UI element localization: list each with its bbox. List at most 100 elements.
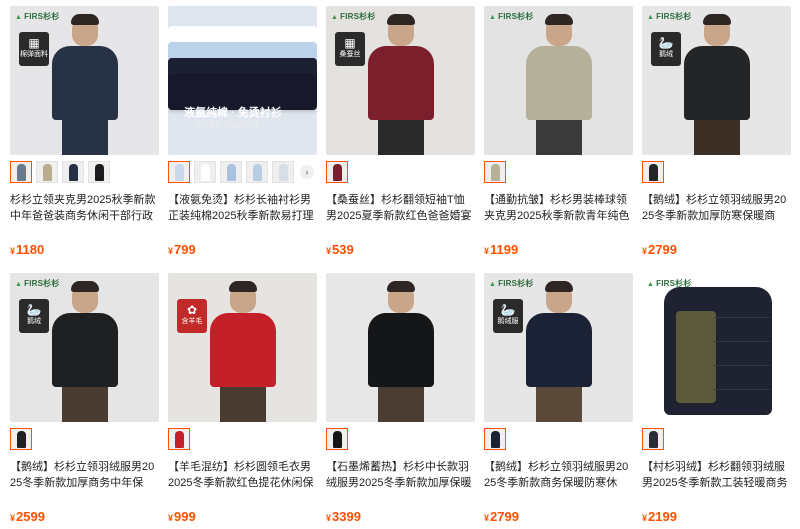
color-thumbnail[interactable] <box>484 161 506 183</box>
brand-logo: FIRS杉杉 <box>15 278 60 289</box>
product-image[interactable]: FIRS杉杉 🦢鹅绒 <box>10 273 159 422</box>
color-thumbnail[interactable] <box>194 161 216 183</box>
product-card[interactable]: FIRS杉杉 🦢鹅绒【鹅绒】杉杉立领羽绒服男2025冬季新款加厚商务中年保 ¥259… <box>10 273 159 528</box>
brand-logo: FIRS杉杉 <box>647 11 692 22</box>
color-thumbnail[interactable] <box>36 161 58 183</box>
goose-icon: 🦢 <box>500 303 516 317</box>
brand-logo: FIRS杉杉 <box>489 278 534 289</box>
color-thumbnails: › <box>168 160 317 184</box>
color-thumbnail[interactable] <box>220 161 242 183</box>
currency-symbol: ¥ <box>484 513 490 523</box>
color-thumbnail[interactable] <box>88 161 110 183</box>
currency-symbol: ¥ <box>168 246 174 256</box>
product-image[interactable]: FIRS杉杉 <box>484 6 633 155</box>
product-card[interactable]: FIRS杉杉 ▦桑蚕丝【桑蚕丝】杉杉翻领短袖T恤男2025夏季新款红色爸爸婚宴装 ¥… <box>326 6 475 261</box>
badge-label: 含羊毛 <box>181 318 203 325</box>
product-grid: FIRS杉杉 ▦棉弹面料杉杉立领夹克男2025秋季新款中年爸爸装商务休闲干部行政男… <box>10 6 791 528</box>
product-image[interactable]: FIRS杉杉 🦢鹅绒服 <box>484 273 633 422</box>
color-thumbnails <box>484 427 633 451</box>
feature-badge: 🦢 鹅绒 <box>19 299 49 333</box>
product-image[interactable]: FIRS杉杉 ▦桑蚕丝 <box>326 6 475 155</box>
product-title[interactable]: 【通勤抗皱】杉杉男装棒球领夹克男2025秋季新款青年纯色减 <box>484 192 633 224</box>
product-card[interactable]: ✿ 含羊毛【羊毛混纺】杉杉圆领毛衣男2025冬季新款红色提花休闲保 ¥999 <box>168 273 317 528</box>
promo-subtext: 光泽柔和 抗皱易打理 <box>194 122 259 129</box>
color-thumbnail[interactable] <box>168 428 190 450</box>
brand-logo: FIRS杉杉 <box>489 11 534 22</box>
product-title[interactable]: 【液氨免烫】杉杉长袖衬衫男正装纯棉2025秋季新款易打理白 <box>168 192 317 224</box>
product-card[interactable]: FIRS杉杉 🦢鹅绒服【鹅绒】杉杉立领羽绒服男2025冬季新款商务保暖防寒休 ¥27… <box>484 273 633 528</box>
chevron-right-icon[interactable]: › <box>300 165 314 179</box>
color-thumbnail[interactable] <box>642 161 664 183</box>
price-value: 3399 <box>332 509 361 524</box>
product-card[interactable]: FIRS杉杉【村杉羽绒】杉杉翻领羽绒服男2025冬季新款工装轻暖商务通 ¥2199 <box>642 273 791 528</box>
promo-banner: 液氨纯棉 · 免烫衬衫 <box>184 107 282 119</box>
color-thumbnail[interactable] <box>168 161 190 183</box>
product-image[interactable]: FIRS杉杉 🦢鹅绒 <box>642 6 791 155</box>
product-title[interactable]: 【鹅绒】杉杉立领羽绒服男2025冬季新款商务保暖防寒休 <box>484 459 633 491</box>
product-card[interactable]: FIRS杉杉【通勤抗皱】杉杉男装棒球领夹克男2025秋季新款青年纯色减 ¥1199 <box>484 6 633 261</box>
product-price: ¥2799 <box>642 242 791 259</box>
model-photo <box>680 12 754 155</box>
badge-label: 棉弹面料 <box>20 51 48 58</box>
badge-label: 鹅绒 <box>659 51 673 58</box>
color-thumbnail[interactable] <box>484 428 506 450</box>
product-price: ¥3399 <box>326 509 475 526</box>
product-image[interactable]: ✿ 含羊毛 <box>168 273 317 422</box>
product-image[interactable] <box>326 273 475 422</box>
currency-symbol: ¥ <box>326 246 332 256</box>
color-thumbnails <box>642 427 791 451</box>
feature-badge: ✿ 含羊毛 <box>177 299 207 333</box>
product-card[interactable]: FIRS杉杉 ▦棉弹面料杉杉立领夹克男2025秋季新款中年爸爸装商务休闲干部行政男… <box>10 6 159 261</box>
product-price: ¥1199 <box>484 242 633 259</box>
product-card[interactable]: 液氨纯棉 · 免烫衬衫光泽柔和 抗皱易打理 › 【液氨免烫】杉杉长袖衬衫男正装纯棉2… <box>168 6 317 261</box>
color-thumbnails <box>326 427 475 451</box>
jacket-photo <box>664 287 772 415</box>
fabric-swatch-icon: ▦ <box>28 36 40 50</box>
model-photo <box>48 279 122 422</box>
color-thumbnails <box>10 427 159 451</box>
color-thumbnails <box>484 160 633 184</box>
color-thumbnail[interactable] <box>642 428 664 450</box>
color-thumbnail[interactable] <box>10 161 32 183</box>
currency-symbol: ¥ <box>326 513 332 523</box>
badge-label: 鹅绒服 <box>497 318 519 325</box>
brand-logo: FIRS杉杉 <box>15 11 60 22</box>
product-image[interactable]: FIRS杉杉 ▦棉弹面料 <box>10 6 159 155</box>
color-thumbnail[interactable] <box>10 428 32 450</box>
color-thumbnail[interactable] <box>272 161 294 183</box>
product-price: ¥539 <box>326 242 475 259</box>
model-photo <box>522 12 596 155</box>
model-photo <box>364 279 438 422</box>
currency-symbol: ¥ <box>10 246 16 256</box>
price-value: 2799 <box>490 509 519 524</box>
product-card[interactable]: FIRS杉杉 🦢鹅绒【鹅绒】杉杉立领羽绒服男2025冬季新款加厚防寒保暖商 ¥279… <box>642 6 791 261</box>
color-thumbnail[interactable] <box>326 161 348 183</box>
goose-icon: 🦢 <box>26 303 42 317</box>
color-thumbnail[interactable] <box>326 428 348 450</box>
model-photo <box>48 12 122 155</box>
product-title[interactable]: 【鹅绒】杉杉立领羽绒服男2025冬季新款加厚商务中年保 <box>10 459 159 491</box>
product-title[interactable]: 杉杉立领夹克男2025秋季新款中年爸爸装商务休闲干部行政男 <box>10 192 159 224</box>
feature-badge: ▦ 棉弹面料 <box>19 32 49 66</box>
color-thumbnail[interactable] <box>62 161 84 183</box>
product-title[interactable]: 【石墨烯蓄热】杉杉中长款羽绒服男2025冬季新款加厚保暖立 <box>326 459 475 491</box>
product-title[interactable]: 【村杉羽绒】杉杉翻领羽绒服男2025冬季新款工装轻暖商务通 <box>642 459 791 491</box>
product-title[interactable]: 【鹅绒】杉杉立领羽绒服男2025冬季新款加厚防寒保暖商 <box>642 192 791 224</box>
price-value: 799 <box>174 242 196 257</box>
color-thumbnails <box>642 160 791 184</box>
price-value: 539 <box>332 242 354 257</box>
wool-icon: ✿ <box>186 303 198 317</box>
color-thumbnails <box>168 427 317 451</box>
product-card[interactable]: 【石墨烯蓄热】杉杉中长款羽绒服男2025冬季新款加厚保暖立 ¥3399 <box>326 273 475 528</box>
product-image[interactable]: 液氨纯棉 · 免烫衬衫光泽柔和 抗皱易打理 <box>168 6 317 155</box>
color-thumbnail[interactable] <box>246 161 268 183</box>
product-title[interactable]: 【羊毛混纺】杉杉圆领毛衣男2025冬季新款红色提花休闲保 <box>168 459 317 491</box>
product-price: ¥799 <box>168 242 317 259</box>
product-price: ¥2199 <box>642 509 791 526</box>
product-title[interactable]: 【桑蚕丝】杉杉翻领短袖T恤男2025夏季新款红色爸爸婚宴装 <box>326 192 475 224</box>
color-thumbnails <box>10 160 159 184</box>
product-price: ¥999 <box>168 509 317 526</box>
product-price: ¥2599 <box>10 509 159 526</box>
product-image[interactable]: FIRS杉杉 <box>642 273 791 422</box>
feature-badge: 🦢 鹅绒 <box>651 32 681 66</box>
